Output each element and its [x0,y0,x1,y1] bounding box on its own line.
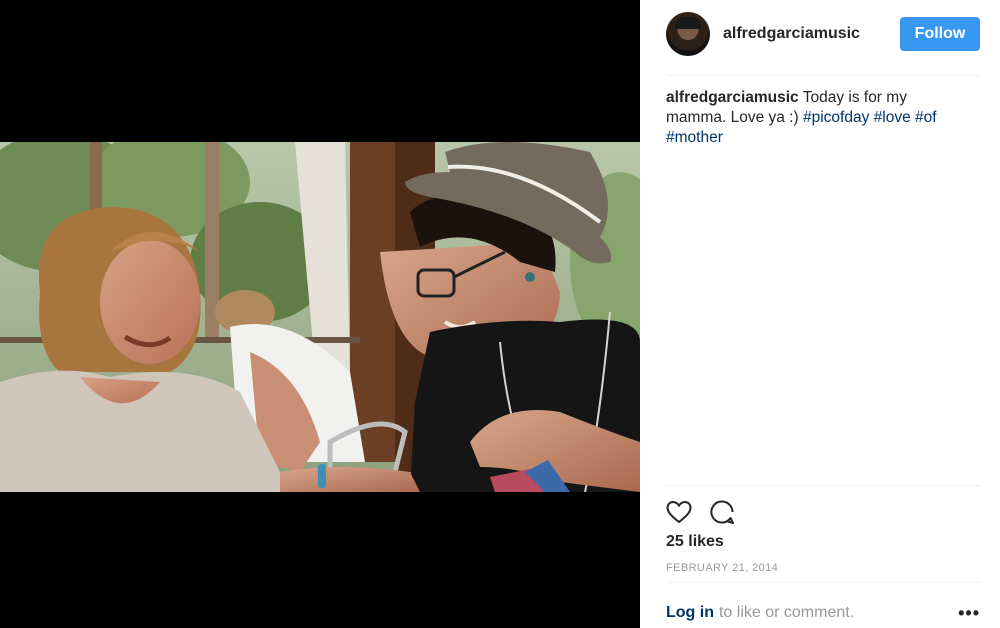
heart-icon[interactable] [666,500,692,524]
login-suffix: to like or comment. [718,604,855,621]
login-prompt: Log in to like or comment. ••• [666,604,980,622]
username-link[interactable]: alfredgarciamusic [723,25,860,43]
action-bar [666,497,735,527]
photo-pane [0,0,640,628]
likes-count[interactable]: 25 likes [666,533,724,551]
login-link[interactable]: Log in [666,604,714,622]
post-sidebar: alfredgarciamusic Follow alfredgarciamus… [640,0,1000,628]
footer-divider [666,582,980,583]
hashtag-mother[interactable]: #mother [666,129,723,146]
hashtag-love[interactable]: #love [874,109,911,126]
hashtag-picofday[interactable]: #picofday [803,109,869,126]
caption: alfredgarciamusic Today is for my mamma.… [666,88,966,148]
avatar[interactable] [666,12,710,56]
header-divider [666,75,980,76]
hashtag-of[interactable]: #of [915,109,937,126]
actions-divider [666,485,980,486]
post-header: alfredgarciamusic Follow [666,12,980,56]
post-photo[interactable] [0,142,640,492]
post-date: February 21, 2014 [666,562,779,574]
follow-button[interactable]: Follow [900,17,980,51]
more-options-icon[interactable]: ••• [958,604,980,622]
caption-username[interactable]: alfredgarciamusic [666,89,799,106]
comment-icon[interactable] [709,499,735,525]
